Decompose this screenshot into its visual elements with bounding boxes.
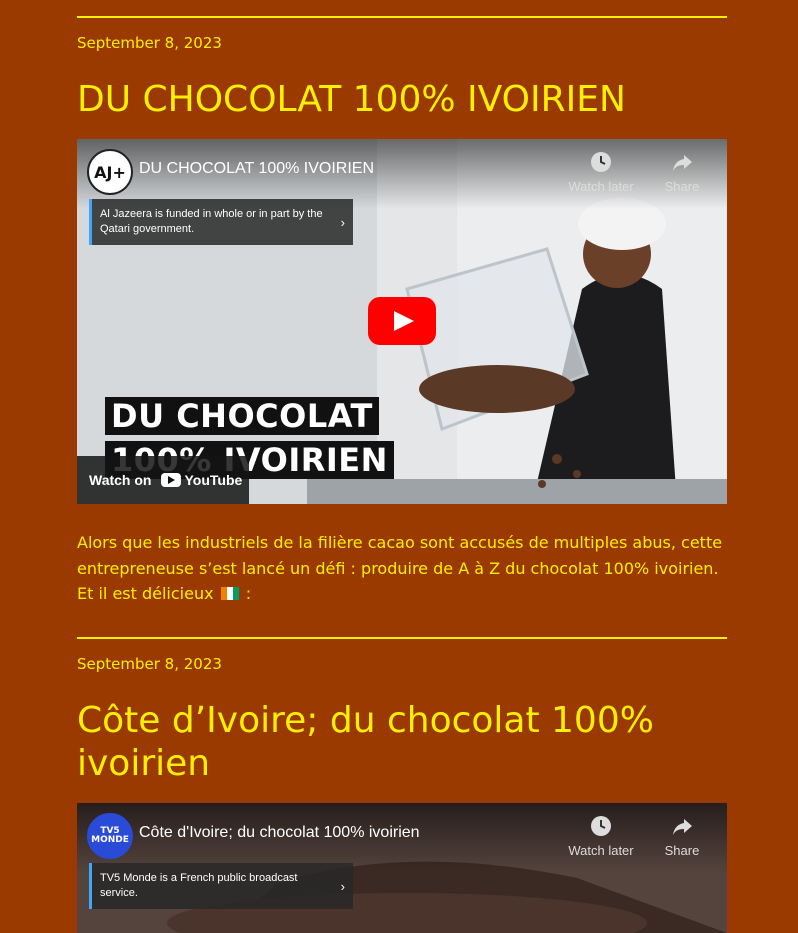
watch-later-button[interactable]: Watch later xyxy=(561,151,641,194)
chevron-right-icon: › xyxy=(340,879,345,895)
video-title[interactable]: Côte d'Ivoire; du chocolat 100% ivoirien xyxy=(139,824,420,842)
watch-later-label: Watch later xyxy=(568,179,634,195)
post-body-end: : xyxy=(240,584,252,604)
post-date: September 8, 2023 xyxy=(77,655,222,673)
post-title[interactable]: DU CHOCOLAT 100% IVOIRIEN xyxy=(77,78,727,121)
chevron-right-icon: › xyxy=(340,215,345,231)
video-embed[interactable]: AJ+ DU CHOCOLAT 100% IVOIRIEN Watch late… xyxy=(77,139,727,505)
funding-notice[interactable]: Al Jazeera is funded in whole or in part… xyxy=(89,199,353,246)
play-button[interactable] xyxy=(368,297,436,346)
share-label: Share xyxy=(664,179,700,195)
funding-notice[interactable]: TV5 Monde is a French public broadcast s… xyxy=(89,863,353,910)
post-date: September 8, 2023 xyxy=(77,34,222,52)
funding-notice-text: TV5 Monde is a French public broadcast s… xyxy=(100,872,298,900)
post-title[interactable]: Côte d’Ivoire; du chocolat 100% ivoirien xyxy=(77,699,727,785)
watch-later-button[interactable]: Watch later xyxy=(561,815,641,858)
video-embed[interactable]: TV5 MONDE Côte d'Ivoire; du chocolat 100… xyxy=(77,803,727,933)
share-icon xyxy=(673,819,692,836)
share-button[interactable]: Share xyxy=(642,815,722,858)
overlay-line-1: DU CHOCOLAT xyxy=(105,397,379,436)
funding-notice-text: Al Jazeera is funded in whole or in part… xyxy=(100,208,323,236)
share-button[interactable]: Share xyxy=(642,151,722,194)
ivory-coast-flag-icon xyxy=(220,582,239,601)
post-divider xyxy=(77,16,727,18)
post-1: September 8, 2023 DU CHOCOLAT 100% IVOIR… xyxy=(77,16,727,607)
post-body-text: Alors que les industriels de la filière … xyxy=(77,533,723,604)
video-title[interactable]: DU CHOCOLAT 100% IVOIRIEN xyxy=(139,160,374,178)
clock-icon xyxy=(591,152,611,173)
clock-icon xyxy=(591,816,611,837)
watch-on-label: Watch on xyxy=(89,472,152,489)
channel-logo[interactable]: AJ+ xyxy=(87,149,133,196)
youtube-label: YouTube xyxy=(184,472,243,489)
youtube-logo-icon xyxy=(161,473,182,488)
watch-on-youtube-button[interactable]: Watch on YouTube xyxy=(77,456,249,505)
post-divider xyxy=(77,637,727,639)
watch-later-label: Watch later xyxy=(568,843,634,859)
post-body: Alors que les industriels de la filière … xyxy=(77,530,727,607)
post-2: September 8, 2023 Côte d’Ivoire; du choc… xyxy=(77,637,727,933)
share-icon xyxy=(673,155,692,172)
share-label: Share xyxy=(664,843,700,859)
